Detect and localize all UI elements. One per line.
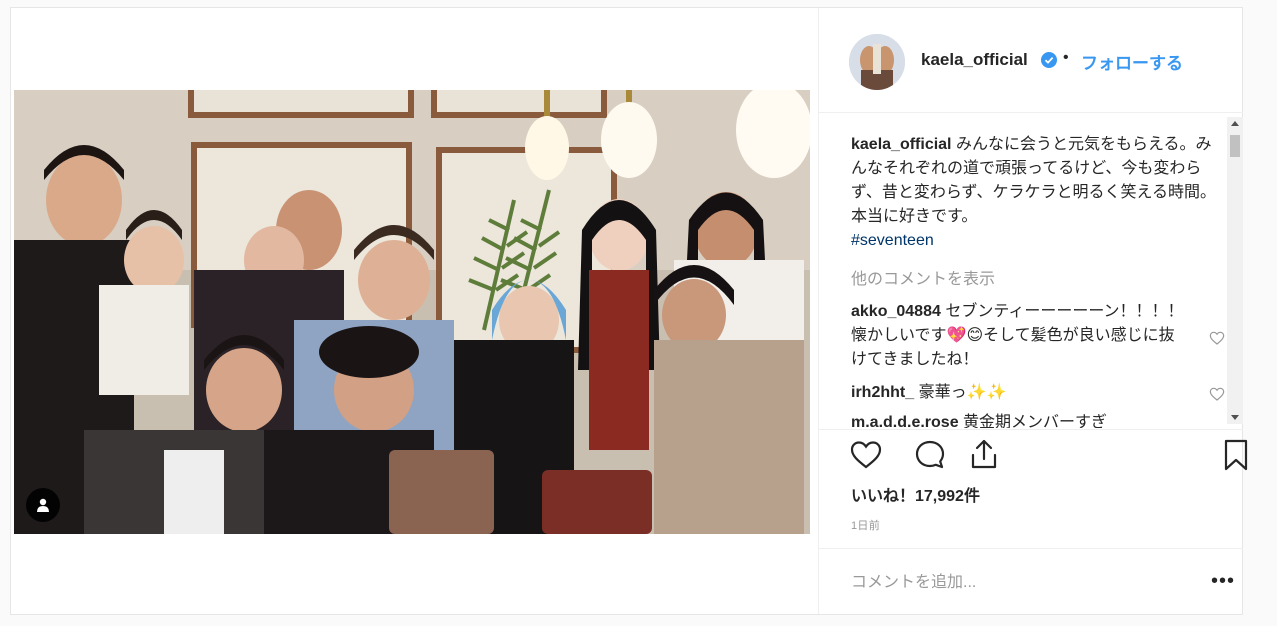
- separator-dot: •: [1063, 49, 1069, 66]
- hashtag-link[interactable]: #seventeen: [851, 229, 1221, 253]
- comment-username[interactable]: m.a.d.d.e.rose: [851, 414, 959, 428]
- comment-item: m.a.d.d.e.rose 黄金期メンバーすぎ: [851, 411, 1186, 428]
- add-comment-bar: •••: [819, 548, 1243, 615]
- comments-scrollbar[interactable]: [1227, 117, 1243, 424]
- comment-text: 黄金期メンバーすぎ: [963, 414, 1108, 428]
- action-bar: [819, 429, 1248, 490]
- post-header: kaela_official • フォローする: [819, 8, 1243, 113]
- user-tag-icon[interactable]: [26, 488, 60, 522]
- heart-icon[interactable]: [847, 436, 885, 474]
- scroll-up-arrow-icon[interactable]: [1231, 121, 1239, 126]
- instagram-post: kaela_official • フォローする kaela_official み…: [10, 7, 1248, 615]
- comment-like-icon[interactable]: [1209, 330, 1225, 346]
- verified-badge-icon: [1041, 52, 1057, 68]
- avatar[interactable]: [849, 34, 905, 90]
- post-timestamp: 1日前: [851, 520, 881, 532]
- comment-text: 豪華っ✨✨: [918, 384, 1007, 401]
- post-sidebar: kaela_official • フォローする kaela_official み…: [818, 8, 1248, 615]
- comment-username[interactable]: irh2hht_: [851, 384, 914, 401]
- comments-section: kaela_official みんなに会うと元気をもらえる。みんなそれぞれの道で…: [819, 113, 1243, 428]
- view-more-comments-button[interactable]: 他のコメントを表示: [851, 265, 995, 289]
- username-link[interactable]: kaela_official: [921, 50, 1028, 70]
- comment-icon[interactable]: [911, 436, 949, 474]
- comment-item: akko_04884 セブンティーーーーーン！！！！懐かしいです💖😊そして髪色が…: [851, 300, 1186, 372]
- likes-count[interactable]: いいね！17,992件: [851, 482, 980, 506]
- post-media: [11, 8, 818, 614]
- more-options-button[interactable]: •••: [1211, 571, 1235, 591]
- caption: kaela_official みんなに会うと元気をもらえる。みんなそれぞれの道で…: [851, 133, 1221, 253]
- comment-item: irh2hht_ 豪華っ✨✨: [851, 381, 1186, 405]
- comment-username[interactable]: akko_04884: [851, 303, 941, 320]
- scroll-down-arrow-icon[interactable]: [1231, 415, 1239, 420]
- post-photo[interactable]: [14, 90, 810, 534]
- comment-input[interactable]: [849, 567, 1183, 599]
- follow-button[interactable]: フォローする: [1081, 49, 1183, 74]
- bookmark-icon[interactable]: [1217, 436, 1255, 474]
- comment-like-icon[interactable]: [1209, 386, 1225, 402]
- caption-username[interactable]: kaela_official: [851, 136, 952, 153]
- scrollbar-thumb[interactable]: [1230, 135, 1240, 157]
- share-icon[interactable]: [965, 436, 1003, 474]
